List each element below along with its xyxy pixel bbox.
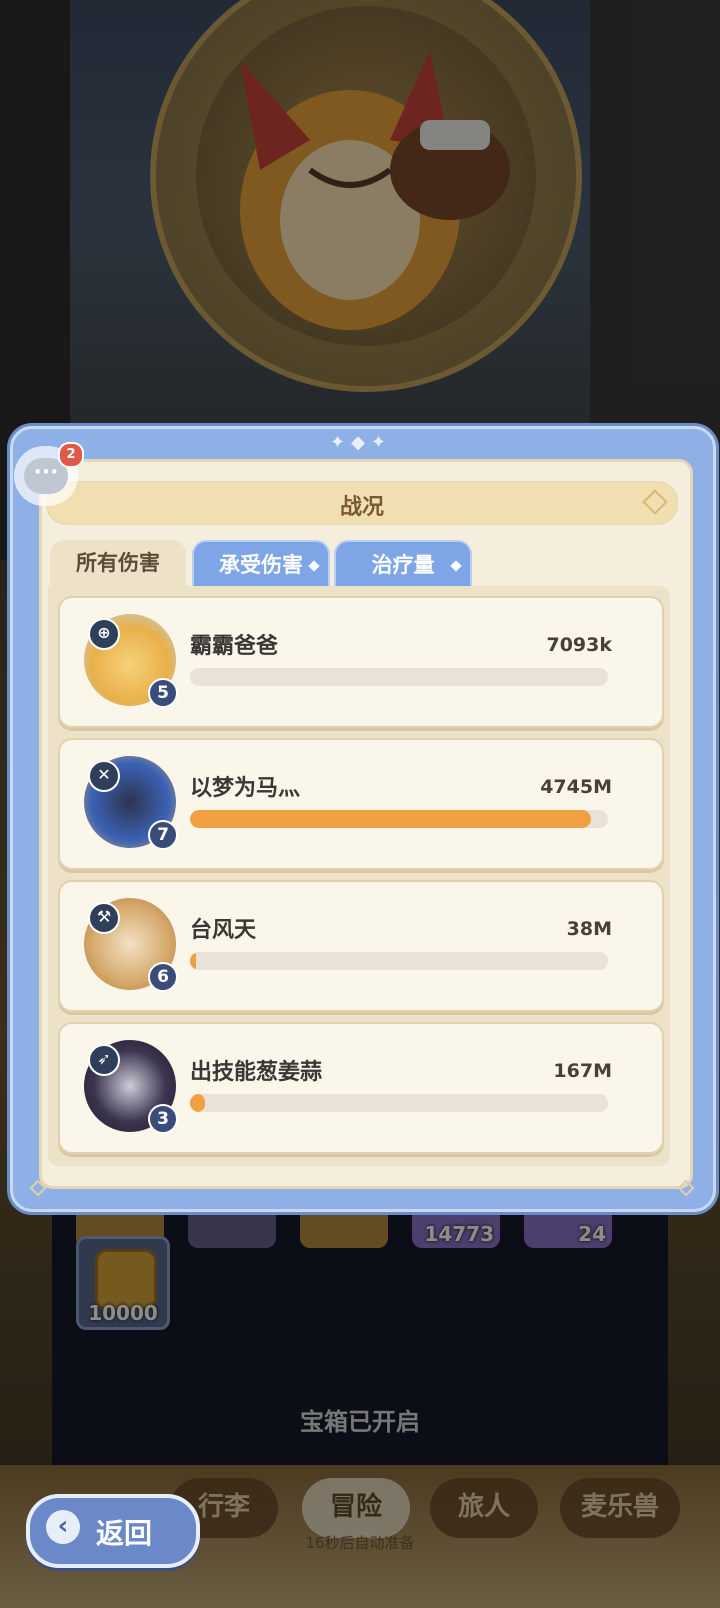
player-name: 霸霸爸爸 xyxy=(190,634,279,659)
ornament-icon: ✦◆✦ xyxy=(330,432,393,453)
tab-dot-icon xyxy=(308,560,320,572)
damage-bar-fill xyxy=(190,1094,205,1112)
player-avatar: ⚒ 6 xyxy=(84,898,178,992)
player-row[interactable]: ➶ 3 出技能葱姜蒜 167M xyxy=(58,1022,664,1154)
damage-progress-bar xyxy=(190,1094,608,1112)
player-row[interactable]: ⚒ 6 台风天 38M xyxy=(58,880,664,1012)
player-name: 台风天 xyxy=(190,918,257,943)
player-damage-value: 7093k xyxy=(546,634,612,656)
chat-button[interactable]: ··· 2 xyxy=(14,442,84,506)
player-row[interactable]: ✕ 7 以梦为马灬 4745M xyxy=(58,738,664,870)
player-name: 出技能葱姜蒜 xyxy=(190,1060,323,1085)
crossed-swords-icon: ✕ xyxy=(88,760,120,792)
tab-label: 治疗量 xyxy=(371,553,435,577)
player-damage-value: 167M xyxy=(553,1060,612,1082)
tab-label: 承受伤害 xyxy=(219,553,303,577)
player-damage-value: 38M xyxy=(566,918,612,940)
bow-icon: ➶ xyxy=(88,1044,120,1076)
damage-progress-bar xyxy=(190,668,608,686)
player-damage-value: 4745M xyxy=(540,776,612,798)
tab-healing[interactable]: 治疗量 xyxy=(334,540,472,588)
dialog-title: 战况 xyxy=(339,495,384,520)
player-name: 以梦为马灬 xyxy=(190,776,301,801)
tab-label: 所有伤害 xyxy=(76,551,160,575)
player-level: 5 xyxy=(148,678,178,708)
player-avatar: ➶ 3 xyxy=(84,1040,178,1134)
back-button-label: 返回 xyxy=(96,1517,153,1550)
back-button[interactable]: ‹ 返回 xyxy=(26,1494,200,1568)
tab-dot-icon xyxy=(450,560,462,572)
player-row[interactable]: ⊕ 5 霸霸爸爸 7093k xyxy=(58,596,664,728)
player-avatar: ✕ 7 xyxy=(84,756,178,850)
damage-bar-fill xyxy=(190,952,196,970)
player-level: 3 xyxy=(148,1104,178,1134)
tab-all-damage[interactable]: 所有伤害 xyxy=(50,540,186,586)
player-level: 6 xyxy=(148,962,178,992)
dialog-title-bar: 战况 xyxy=(46,481,678,525)
damage-bar-fill xyxy=(190,810,591,828)
hammer-icon: ⚒ xyxy=(88,902,120,934)
back-arrow-icon: ‹ xyxy=(46,1510,80,1544)
shield-cross-icon: ⊕ xyxy=(88,618,120,650)
player-level: 7 xyxy=(148,820,178,850)
damage-progress-bar xyxy=(190,952,608,970)
damage-progress-bar xyxy=(190,810,608,828)
tab-damage-taken[interactable]: 承受伤害 xyxy=(192,540,330,588)
player-avatar: ⊕ 5 xyxy=(84,614,178,708)
chat-unread-badge: 2 xyxy=(58,442,84,468)
